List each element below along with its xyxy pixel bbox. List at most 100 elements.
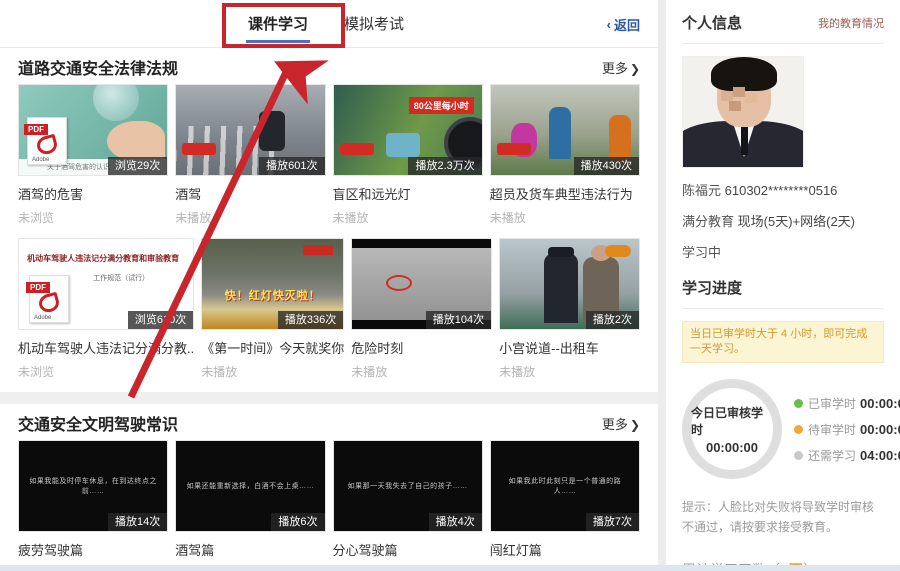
education-label: 满分教育 xyxy=(682,214,734,229)
video-card[interactable]: 播放104次 危险时刻 未播放 xyxy=(351,238,492,392)
video-title: 超员及货车典型违法行为 xyxy=(490,184,640,203)
main-panel: 课件学习 模拟考试 ‹ 返回 道路交通安全法律法规 更多❯ xyxy=(0,0,658,565)
play-count-badge: 播放6次 xyxy=(271,513,324,531)
video-thumbnail: 播放601次 xyxy=(175,84,325,176)
video-status: 未播放 xyxy=(175,209,325,226)
highlight-circle-graphic xyxy=(386,275,412,291)
grey-dot-icon xyxy=(794,451,803,460)
green-dot-icon xyxy=(794,399,803,408)
wine-glass-graphic xyxy=(93,84,139,121)
video-title: 酒驾 xyxy=(175,184,325,203)
video-thumbnail: 播放104次 xyxy=(351,238,492,330)
video-card[interactable]: 快！红灯快灭啦！ 播放336次 《第一时间》今天就奖你 未播放 xyxy=(201,238,344,392)
divider xyxy=(682,43,884,44)
person-graphic xyxy=(609,115,631,161)
video-card[interactable]: 播放2次 小宫说道--出租车 未播放 xyxy=(499,238,640,392)
channel-logo xyxy=(497,143,531,155)
section-civil-driving: 交通安全文明驾驶常识 更多❯ 如果我能及时停车休息，在到达终点之前…… 播放14… xyxy=(0,406,658,571)
video-title: 分心驾驶篇 xyxy=(333,540,483,559)
video-status: 未播放 xyxy=(499,363,640,380)
document-subtitle-text: 工作规范（试行） xyxy=(49,273,193,283)
play-count-badge: 播放14次 xyxy=(108,513,167,531)
footer-strip xyxy=(0,565,900,571)
video-thumbnail: 播放430次 xyxy=(490,84,640,176)
more-link-civil[interactable]: 更多❯ xyxy=(602,414,640,433)
video-card[interactable]: 播放430次 超员及货车典型违法行为 未播放 xyxy=(490,84,640,238)
vehicle-graphic xyxy=(386,133,420,157)
police-cap-graphic xyxy=(548,247,574,257)
chevron-right-icon: ❯ xyxy=(630,62,640,76)
video-card[interactable]: 如果我能及时停车休息，在到达终点之前…… 播放14次 疲劳驾驶篇 未播放 xyxy=(18,440,168,571)
daily-tip: 当日已审学时大于 4 小时，即可完成一天学习。 xyxy=(682,321,884,363)
pdf-icon: PDF Adobe xyxy=(29,275,69,323)
video-card[interactable]: 80公里每小时 播放2.3万次 盲区和远光灯 未播放 xyxy=(333,84,483,238)
panel-title: 个人信息 xyxy=(682,12,742,33)
video-card[interactable]: 如果还能重新选择，白酒不会上桌…… 播放6次 酒驾篇 未播放 xyxy=(175,440,325,571)
progress-ring: 今日已审核学时 00:00:00 xyxy=(682,379,782,479)
quote-text: 如果我能及时停车休息，在到达终点之前…… xyxy=(19,476,167,496)
divider xyxy=(682,308,884,309)
more-label: 更多 xyxy=(602,417,628,432)
user-id-masked: 610302********0516 xyxy=(725,183,838,198)
subtitle-text: 快！红灯快灭啦！ xyxy=(202,287,343,303)
section-title: 交通安全文明驾驶常识 xyxy=(18,411,178,435)
video-thumbnail: 如果那一天我失去了自己的孩子…… 播放4次 xyxy=(333,440,483,532)
back-button[interactable]: ‹ 返回 xyxy=(607,0,640,48)
video-card[interactable]: 如果我此时此刻只是一个普通的路人…… 播放7次 闯红灯篇 未播放 xyxy=(490,440,640,571)
video-thumbnail: 机动车驾驶人违法记分满分教育和审验教育 工作规范（试行） PDF Adobe 浏… xyxy=(18,238,194,330)
video-status: 未播放 xyxy=(201,363,344,380)
video-status: 未浏览 xyxy=(18,363,194,380)
back-label: 返回 xyxy=(614,15,640,34)
video-status: 未播放 xyxy=(490,209,640,226)
video-title: 小宫说道--出租车 xyxy=(499,338,640,357)
video-title: 《第一时间》今天就奖你 xyxy=(201,338,344,357)
video-title: 疲劳驾驶篇 xyxy=(18,540,168,559)
pdf-icon: PDF Adobe xyxy=(27,117,67,165)
document-title-text: 机动车驾驶人违法记分满分教育和审验教育 xyxy=(19,253,187,264)
progress-legend: 已审学时 00:00:00 待审学时 00:00:00 还需学习 04:00:0… xyxy=(794,386,900,473)
progress-area: 今日已审核学时 00:00:00 已审学时 00:00:00 待审学时 00:0… xyxy=(682,379,884,479)
video-thumbnail: 播放2次 xyxy=(499,238,640,330)
video-thumbnail: 80公里每小时 播放2.3万次 xyxy=(333,84,483,176)
tab-bar: 课件学习 模拟考试 ‹ 返回 xyxy=(0,0,658,48)
more-link-laws[interactable]: 更多❯ xyxy=(602,58,640,77)
play-count-badge: 播放430次 xyxy=(574,157,639,175)
video-thumbnail: 快！红灯快灭啦！ 播放336次 xyxy=(201,238,344,330)
video-card[interactable]: 播放601次 酒驾 未播放 xyxy=(175,84,325,238)
tab-courseware[interactable]: 课件学习 xyxy=(230,0,326,48)
video-title: 危险时刻 xyxy=(351,338,492,357)
tab-courseware-label: 课件学习 xyxy=(248,13,308,34)
video-card[interactable]: 关于酒驾危害的认识 PDF Adobe 浏览29次 酒驾的危害 未浏览 xyxy=(18,84,168,238)
tab-active-underline xyxy=(246,40,310,43)
my-education-link[interactable]: 我的教育情况 xyxy=(818,15,884,31)
card-grid-row2: 机动车驾驶人违法记分满分教育和审验教育 工作规范（试行） PDF Adobe 浏… xyxy=(18,238,640,392)
video-title: 闯红灯篇 xyxy=(490,540,640,559)
police-officer-graphic xyxy=(544,253,578,323)
person-graphic xyxy=(549,107,571,159)
play-count-badge: 播放601次 xyxy=(259,157,324,175)
legend-row-pending: 待审学时 00:00:00 xyxy=(794,421,900,438)
video-title: 机动车驾驶人违法记分满分教.. xyxy=(18,338,194,357)
tab-mock-exam[interactable]: 模拟考试 xyxy=(326,0,422,48)
video-status: 未播放 xyxy=(333,209,483,226)
section-laws: 道路交通安全法律法规 更多❯ 关于酒驾危害的认识 PDF Adobe xyxy=(0,50,658,392)
user-name: 陈福元 xyxy=(682,183,721,198)
play-count-badge: 播放2次 xyxy=(586,311,639,329)
orange-dot-icon xyxy=(794,425,803,434)
hand-graphic xyxy=(107,121,165,161)
legend-row-audited: 已审学时 00:00:00 xyxy=(794,395,900,412)
video-thumbnail: 如果我此时此刻只是一个普通的路人…… 播放7次 xyxy=(490,440,640,532)
video-thumbnail: 如果我能及时停车休息，在到达终点之前…… 播放14次 xyxy=(18,440,168,532)
channel-logo xyxy=(340,143,374,155)
tab-mock-exam-label: 模拟考试 xyxy=(344,13,404,34)
quote-text: 如果我此时此刻只是一个普通的路人…… xyxy=(491,476,639,496)
card-grid-row1: 关于酒驾危害的认识 PDF Adobe 浏览29次 酒驾的危害 未浏览 xyxy=(18,84,640,238)
ring-value: 00:00:00 xyxy=(706,440,758,455)
channel-logo xyxy=(182,143,216,155)
video-thumbnail: 如果还能重新选择，白酒不会上桌…… 播放6次 xyxy=(175,440,325,532)
video-status: 未浏览 xyxy=(18,209,168,226)
video-card[interactable]: 如果那一天我失去了自己的孩子…… 播放4次 分心驾驶篇 未播放 xyxy=(333,440,483,571)
quote-text: 如果那一天我失去了自己的孩子…… xyxy=(338,481,478,491)
ring-label: 今日已审核学时 xyxy=(691,404,773,438)
video-card[interactable]: 机动车驾驶人违法记分满分教育和审验教育 工作规范（试行） PDF Adobe 浏… xyxy=(18,238,194,392)
